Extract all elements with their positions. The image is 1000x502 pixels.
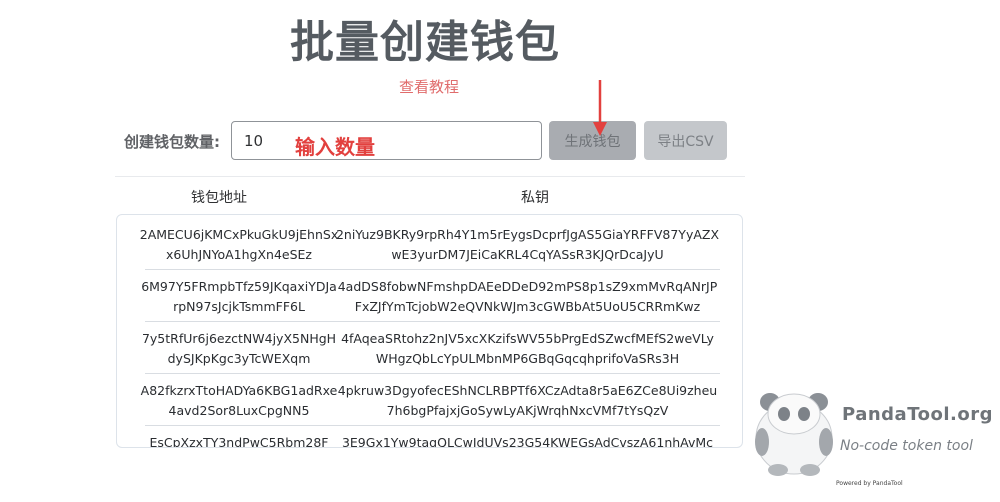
row-divider [145, 269, 720, 270]
wallet-address-cell: 6M97Y5FRmpbTfz59JKqaxiYDJarpN97sJcjkTsmm… [141, 279, 337, 314]
table-row: 6M97Y5FRmpbTfz59JKqaxiYDJarpN97sJcjkTsmm… [117, 277, 742, 330]
pandatool-watermark: PandaTool.org No-code token tool Powered… [748, 380, 1000, 502]
row-divider [145, 373, 720, 374]
wallet-table[interactable]: 2AMECU6jKMCxPkuGkU9jEhnSxx6UhJNYoA1hgXn4… [116, 214, 743, 448]
row-divider [145, 425, 720, 426]
page: 批量创建钱包 查看教程 创建钱包数量: 输入数量 生成钱包 导出CSV 钱包地址… [0, 0, 1000, 502]
page-title: 批量创建钱包 [290, 17, 560, 68]
private-key-cell: 4pkruw3DgyofecEShNCLRBPTf6XCzAdta8r5aE6Z… [337, 383, 718, 418]
private-key-cell: 2niYuz9BKRy9rpRh4Y1m5rEygsDcprfJgAS5GiaY… [335, 227, 720, 262]
table-row: 7y5tRfUr6j6ezctNW4jyX5NHgHdySJKpKgc3yTcW… [117, 329, 742, 382]
header-divider [115, 176, 745, 177]
wallet-address-cell: EsCpXzxTY3ndPwC5Rbm28F [149, 435, 329, 448]
watermark-tagline: No-code token tool [840, 438, 973, 454]
table-row: EsCpXzxTY3ndPwC5Rbm28F 3E9Gx1Yw9tagQLCwJ… [117, 433, 742, 448]
table-row: A82fkzrxTtoHADYa6KBG1adRxe4avd2Sor8LuxCp… [117, 381, 742, 434]
wallet-address-cell: 7y5tRfUr6j6ezctNW4jyX5NHgHdySJKpKgc3yTcW… [141, 331, 337, 366]
watermark-powered-by: Powered by PandaTool [836, 480, 903, 487]
wallet-address-cell: A82fkzrxTtoHADYa6KBG1adRxe4avd2Sor8LuxCp… [140, 383, 338, 418]
wallet-count-input[interactable] [231, 121, 542, 160]
watermark-brand: PandaTool.org [842, 404, 993, 425]
row-divider [145, 321, 720, 322]
red-arrow-annotation-icon [593, 80, 607, 136]
column-header-private-key: 私钥 [521, 190, 549, 206]
export-csv-button[interactable]: 导出CSV [644, 121, 727, 160]
private-key-cell: 4adDS8fobwNFmshpDAEeDDeD92mPS8p1sZ9xmMvR… [337, 279, 718, 314]
table-row: 2AMECU6jKMCxPkuGkU9jEhnSxx6UhJNYoA1hgXn4… [117, 225, 742, 278]
private-key-cell: 4fAqeaSRtohz2nJV5xcXKzifsWV55bPrgEdSZwcf… [341, 331, 714, 366]
view-tutorial-link[interactable]: 查看教程 [399, 76, 459, 97]
panda-logo-icon [755, 393, 833, 476]
column-header-address: 钱包地址 [191, 190, 247, 206]
wallet-address-cell: 2AMECU6jKMCxPkuGkU9jEhnSxx6UhJNYoA1hgXn4… [139, 227, 339, 262]
wallet-count-label: 创建钱包数量: [124, 133, 220, 151]
private-key-cell: 3E9Gx1Yw9tagQLCwJdUVs23G54KWEGsAdCvszA61… [341, 435, 714, 448]
